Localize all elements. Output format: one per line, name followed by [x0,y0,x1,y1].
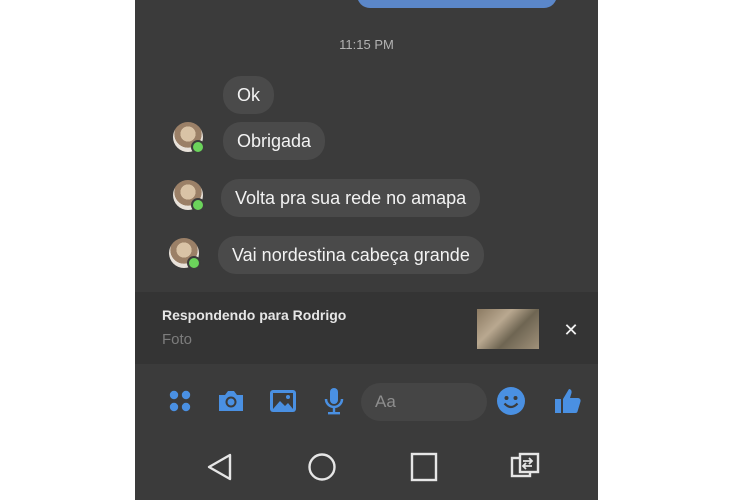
gallery-icon[interactable] [268,386,298,416]
message-text: Vai nordestina cabeça grande [232,245,470,265]
reply-photo-thumbnail[interactable] [477,309,539,349]
message-timestamp: 11:15 PM [339,37,394,52]
reply-subtitle: Foto [162,331,193,348]
recents-icon[interactable] [407,450,441,484]
avatar[interactable] [173,122,205,154]
message-bubble[interactable]: Volta pra sua rede no amapa [221,179,481,217]
avatar[interactable] [169,238,201,270]
back-icon[interactable] [203,450,237,484]
message-text: Volta pra sua rede no amapa [235,188,467,208]
online-status-indicator [191,140,205,154]
switch-icon[interactable] [508,450,542,484]
reply-title: Respondendo para Rodrigo [162,307,347,323]
home-icon[interactable] [305,450,339,484]
microphone-icon[interactable] [319,386,349,416]
message-bubble[interactable]: Vai nordestina cabeça grande [218,236,484,274]
avatar[interactable] [173,180,205,212]
message-text: Obrigada [237,131,312,151]
camera-icon[interactable] [216,386,246,416]
thumbs-up-icon[interactable] [553,386,583,416]
emoji-icon[interactable] [496,386,526,416]
apps-grid-icon[interactable] [165,386,195,416]
messenger-screen: 11:15 PM Ok Obrigada Volta pra sua rede … [135,0,598,500]
previous-sent-message[interactable] [357,0,557,8]
close-icon[interactable]: ✕ [559,318,583,342]
message-bubble[interactable]: Obrigada [223,122,326,160]
message-bubble[interactable]: Ok [223,76,275,114]
message-text: Ok [237,85,261,105]
message-input[interactable]: Aa [361,383,487,421]
online-status-indicator [191,198,205,212]
online-status-indicator [187,256,201,270]
